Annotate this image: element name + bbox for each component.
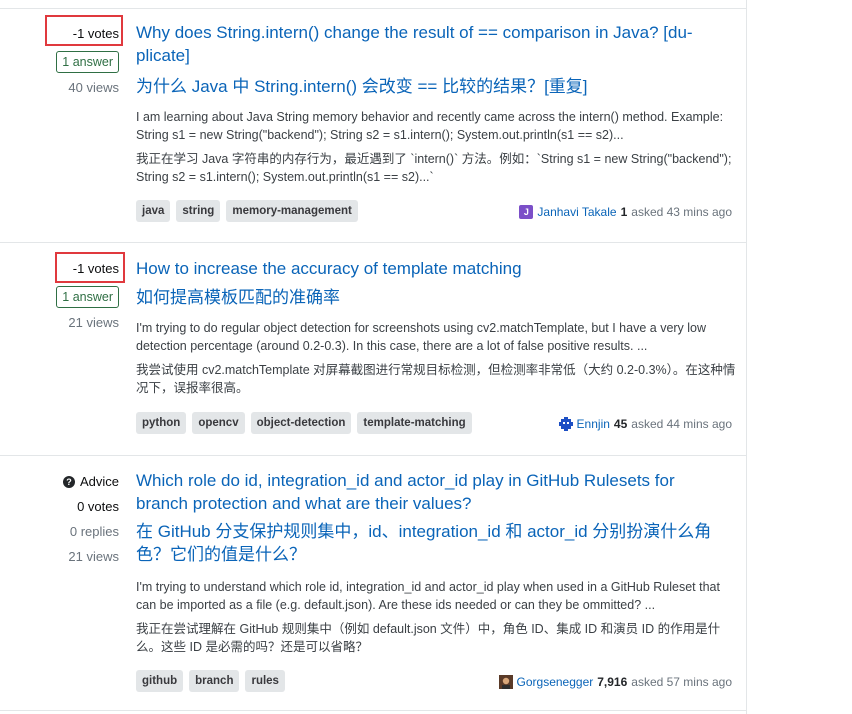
user-name[interactable]: Gorgsenegger: [517, 675, 594, 689]
question-excerpt: I'm trying to do regular object detectio…: [136, 321, 707, 353]
question-mark-icon: ?: [62, 475, 75, 488]
divider: [0, 242, 747, 243]
tag[interactable]: rules: [245, 670, 285, 692]
tag-list: python opencv object-detection template-…: [136, 412, 472, 434]
divider: [0, 710, 747, 711]
question-excerpt-translated: 我尝试使用 cv2.matchTemplate 对屏幕截图进行常规目标检测，但检…: [136, 363, 736, 395]
user-name[interactable]: Janhavi Takale: [537, 205, 616, 219]
tag[interactable]: string: [176, 200, 221, 222]
view-count: 40 views: [68, 80, 119, 95]
tag[interactable]: python: [136, 412, 187, 434]
vote-count: -1 votes: [72, 261, 119, 276]
avatar[interactable]: J: [519, 205, 534, 219]
tag[interactable]: memory-management: [226, 200, 358, 222]
tag[interactable]: opencv: [192, 412, 245, 434]
tag[interactable]: template-matching: [357, 412, 472, 434]
view-count: 21 views: [68, 549, 119, 564]
user-reputation: 1: [620, 205, 628, 219]
reply-count: 0 replies: [69, 524, 119, 539]
divider: [0, 8, 747, 9]
user-card: J Janhavi Takale 1 asked 43 mins ago: [519, 205, 732, 219]
question-excerpt-translated: 我正在尝试理解在 GitHub 规则集中（例如 default.json 文件）…: [136, 622, 721, 654]
user-name[interactable]: Ennjin: [577, 417, 610, 431]
question-title-translated[interactable]: 在 GitHub 分支保护规则集中，id、integration_id 和 ac…: [136, 520, 716, 566]
vote-count: 0 votes: [77, 499, 119, 514]
question-excerpt: I am learning about Java String memory b…: [136, 110, 724, 142]
user-card: Ennjin 45 asked 44 mins ago: [558, 417, 732, 431]
asked-time[interactable]: asked 43 mins ago: [631, 205, 732, 219]
vote-count: -1 votes: [72, 26, 119, 41]
user-reputation: 45: [613, 417, 628, 431]
pixel-avatar-icon: [558, 417, 573, 431]
asked-time[interactable]: asked 57 mins ago: [631, 675, 732, 689]
avatar[interactable]: [558, 417, 573, 431]
user-card: Gorgsenegger 7,916 asked 57 mins ago: [498, 675, 732, 689]
question-title[interactable]: Why does String.intern() change the resu…: [136, 21, 716, 67]
question-excerpt-translated: 我正在学习 Java 字符串的内存行为，最近遇到了 `intern()` 方法。…: [136, 152, 732, 184]
tag[interactable]: branch: [189, 670, 240, 692]
view-count: 21 views: [68, 315, 119, 330]
question-title-translated[interactable]: 为什么 Java 中 String.intern() 会改变 == 比较的结果？…: [136, 75, 716, 98]
tag[interactable]: object-detection: [250, 412, 352, 434]
avatar[interactable]: [498, 675, 513, 689]
advice-badge: ? Advice: [62, 474, 119, 489]
user-reputation: 7,916: [597, 675, 628, 689]
photo-avatar-icon: [498, 675, 513, 689]
tag-list: java string memory-management: [136, 200, 358, 222]
tag-list: github branch rules: [136, 670, 285, 692]
tag[interactable]: java: [136, 200, 171, 222]
answer-count[interactable]: 1 answer: [56, 286, 119, 308]
divider: [0, 455, 747, 456]
asked-time[interactable]: asked 44 mins ago: [631, 417, 732, 431]
question-title[interactable]: Which role do id, integration_id and act…: [136, 469, 716, 515]
question-title[interactable]: How to increase the accuracy of template…: [136, 257, 716, 280]
content-right-border: [746, 0, 747, 714]
question-excerpt: I'm trying to understand which role id, …: [136, 580, 720, 612]
question-title-translated[interactable]: 如何提高模板匹配的准确率: [136, 286, 716, 309]
advice-label: Advice: [79, 474, 119, 489]
tag[interactable]: github: [136, 670, 184, 692]
answer-count[interactable]: 1 answer: [56, 51, 119, 73]
